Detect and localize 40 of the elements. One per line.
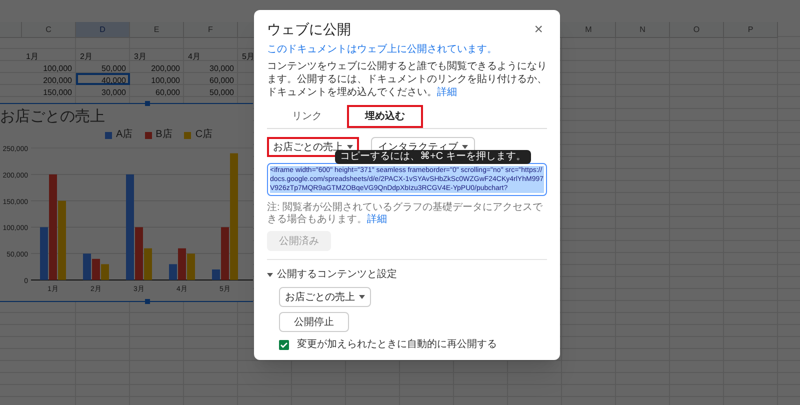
table-cell[interactable]: 30,000 [76,85,130,97]
table-cell[interactable]: 2月 [76,49,130,61]
checkbox[interactable] [279,340,289,350]
table-cell[interactable]: 1月 [22,49,76,61]
caret-icon [267,272,273,276]
chart-title: お店ごとの売上 [0,109,105,124]
table-cell[interactable]: 150,000 [22,85,76,97]
section-toggle[interactable]: 公開するコンテンツと設定 [267,267,547,282]
close-button[interactable]: × [530,22,547,36]
caret-icon [359,295,365,299]
table-cell[interactable]: 100,000 [22,61,76,73]
dialog-title: ウェブに公開 [267,20,351,38]
table-cell[interactable]: 200,000 [130,61,184,73]
tooltip: コピーするには、⌘+C キーを押します。 [335,150,531,164]
legend-label: B店 [156,130,172,140]
table-cell[interactable]: 200,000 [22,73,76,85]
description-text: コンテンツをウェブに公開すると誰でも閲覧できるようになります。公開するには、ドキュメントのリンクを貼り付けるか、ドキュメントを埋め込んでください。詳細 [267,60,547,99]
stop-publishing-button[interactable]: 公開停止 [279,312,349,332]
table-cell[interactable]: 100,000 [130,73,184,85]
legend-label: C店 [195,130,213,140]
table-cell[interactable]: 40,000 [76,73,130,85]
details-link[interactable]: 詳細 [437,87,457,98]
table-cell[interactable]: 50,000 [76,61,130,73]
legend-label: A店 [116,130,133,140]
table-cell[interactable]: 30,000 [184,61,238,73]
details-link[interactable]: 詳細 [367,214,387,225]
checkbox-label: 変更が加えられたときに自動的に再公開する [297,338,497,352]
table-cell[interactable]: 4月 [184,49,238,61]
table-cell[interactable]: 60,000 [184,73,238,85]
column-header[interactable]: D [76,22,130,37]
resize-handle-icon[interactable] [145,299,150,304]
published-notice: このドキュメントはウェブ上に公開されています。 [267,44,498,56]
resize-handle-icon[interactable] [145,101,150,106]
content-select[interactable]: お店ごとの売上 [279,287,371,307]
tab[interactable]: リンク [269,105,345,128]
table-cell[interactable]: 60,000 [130,85,184,97]
table-cell[interactable]: 3月 [130,49,184,61]
tab[interactable]: 埋め込む [347,105,423,128]
table-cell[interactable]: 50,000 [184,85,238,97]
note-text: 注: 閲覧者が公開されているグラフの基礎データにアクセスできる場合もあります。詳細 [267,202,544,226]
